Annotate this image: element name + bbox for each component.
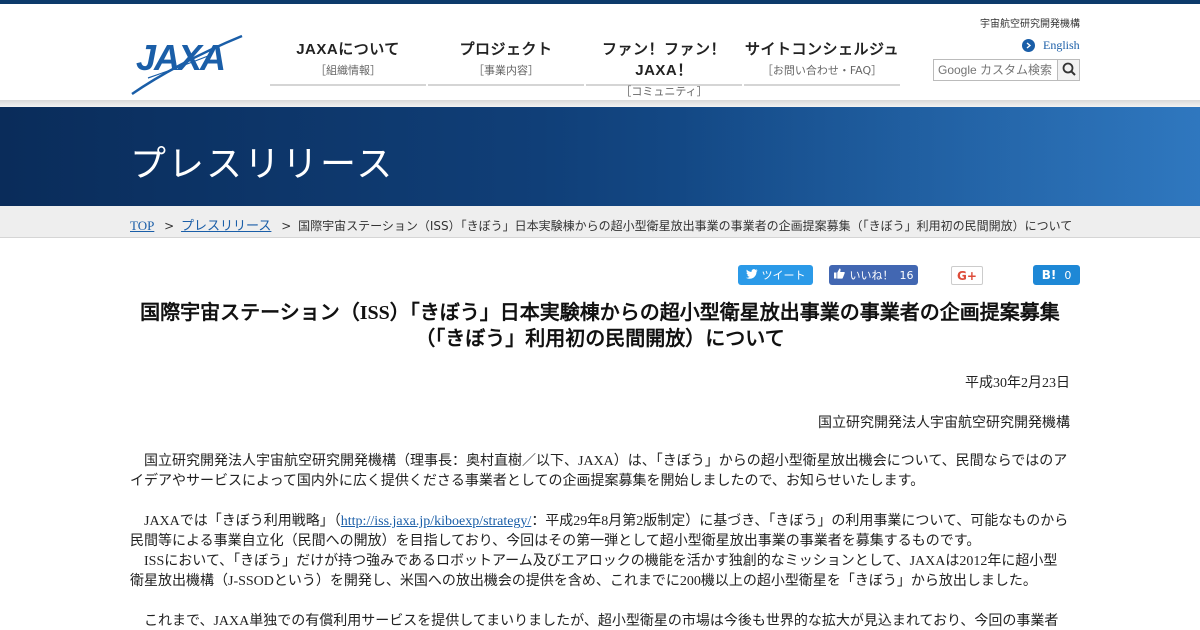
site-search xyxy=(933,59,1080,81)
tweet-button[interactable]: ツイート xyxy=(738,265,813,285)
article-paragraph: ISSにおいて、「きぼう」だけが持つ強みであるロボットアーム及びエアロックの機能… xyxy=(130,554,1058,589)
google-plus-button[interactable]: G+ xyxy=(951,266,983,285)
nav-projects[interactable]: プロジェクト ［事業内容］ xyxy=(428,32,584,86)
nav-main-label: サイトコンシェルジュ xyxy=(745,41,899,58)
nav-sub-label: ［組織情報］ xyxy=(315,64,381,77)
facebook-like-button[interactable]: いいね！ 16 xyxy=(829,265,918,285)
thumbs-up-icon xyxy=(833,268,845,282)
hatena-count: 0 xyxy=(1064,268,1072,282)
header-divider xyxy=(0,100,1200,107)
page-title: プレスリリース xyxy=(130,143,395,184)
release-date: 平成30年2月23日 xyxy=(965,376,1070,391)
breadcrumb: TOP > プレスリリース > 国際宇宙ステーション（ISS）「きぼう」日本実験… xyxy=(0,206,1200,238)
kibo-strategy-link[interactable]: http://iss.jaxa.jp/kiboexp/strategy/ xyxy=(341,514,532,529)
search-input[interactable] xyxy=(933,59,1058,81)
article-title-line2: （「きぼう」利用初の民間開放）について xyxy=(415,328,785,350)
hatena-icon: B! xyxy=(1041,268,1057,282)
global-nav: JAXAについて ［組織情報］ プロジェクト ［事業内容］ ファン！ファン！JA… xyxy=(270,32,902,98)
nav-sub-label: ［コミュニティ］ xyxy=(620,85,708,98)
issuer-org: 国立研究開発法人宇宙航空研究開発機構 xyxy=(818,416,1070,431)
search-button[interactable] xyxy=(1058,59,1080,81)
page-banner: プレスリリース xyxy=(0,107,1200,206)
search-icon xyxy=(1062,62,1076,79)
nav-sub-label: ［お問い合わせ・FAQ］ xyxy=(761,64,883,77)
chevron-right-icon xyxy=(1022,39,1035,52)
english-link-group: English xyxy=(1022,38,1080,53)
breadcrumb-separator: > xyxy=(281,219,292,233)
jaxa-logo[interactable]: JAXA xyxy=(128,26,244,98)
nav-sub-label: ［事業内容］ xyxy=(473,64,539,77)
nav-fan-fan-jaxa[interactable]: ファン！ファン！JAXA！ ［コミュニティ］ xyxy=(586,32,742,98)
article-title: 国際宇宙ステーション（ISS）「きぼう」日本実験棟からの超小型衛星放出事業の事業… xyxy=(130,300,1070,352)
nav-about-jaxa[interactable]: JAXAについて ［組織情報］ xyxy=(270,32,426,86)
site-header: JAXA JAXAについて ［組織情報］ プロジェクト ［事業内容］ ファン！フ… xyxy=(0,4,1200,100)
breadcrumb-current: 国際宇宙ステーション（ISS）「きぼう」日本実験棟からの超小型衛星放出事業の事業… xyxy=(298,219,1073,233)
article-paragraph: これまで、JAXA単独での有償利用サービスを提供してまいりましたが、超小型衛星の… xyxy=(144,614,1059,629)
hatena-bookmark-button[interactable]: B! 0 xyxy=(1033,265,1080,285)
article-title-line1: 国際宇宙ステーション（ISS）「きぼう」日本実験棟からの超小型衛星放出事業の事業… xyxy=(140,302,1060,324)
english-link[interactable]: English xyxy=(1043,38,1080,53)
nav-site-concierge[interactable]: サイトコンシェルジュ ［お問い合わせ・FAQ］ xyxy=(744,32,900,86)
nav-main-label: プロジェクト xyxy=(459,41,553,58)
breadcrumb-separator: > xyxy=(164,219,175,233)
breadcrumb-top-link[interactable]: TOP xyxy=(130,218,154,233)
nav-main-label: JAXAについて xyxy=(296,41,400,58)
like-count: 16 xyxy=(899,268,914,282)
org-name: 宇宙航空研究開発機構 xyxy=(980,19,1080,30)
nav-main-label: ファン！ファン！JAXA！ xyxy=(601,41,726,79)
breadcrumb-press-release-link[interactable]: プレスリリース xyxy=(181,218,271,233)
banner-glow xyxy=(680,107,1200,206)
svg-text:JAXA: JAXA xyxy=(136,37,224,78)
like-label: いいね！ xyxy=(849,269,894,282)
google-plus-icon: G+ xyxy=(957,268,977,283)
paragraph-text: JAXAでは「きぼう利用戦略」（ xyxy=(144,514,341,529)
article-paragraph: 国立研究開発法人宇宙航空研究開発機構（理事長：奥村直樹／以下、JAXA）は、「き… xyxy=(130,454,1068,489)
twitter-bird-icon xyxy=(745,268,758,282)
article-paragraph: JAXAでは「きぼう利用戦略」（http://iss.jaxa.jp/kiboe… xyxy=(130,512,1070,552)
tweet-label: ツイート xyxy=(761,269,806,282)
